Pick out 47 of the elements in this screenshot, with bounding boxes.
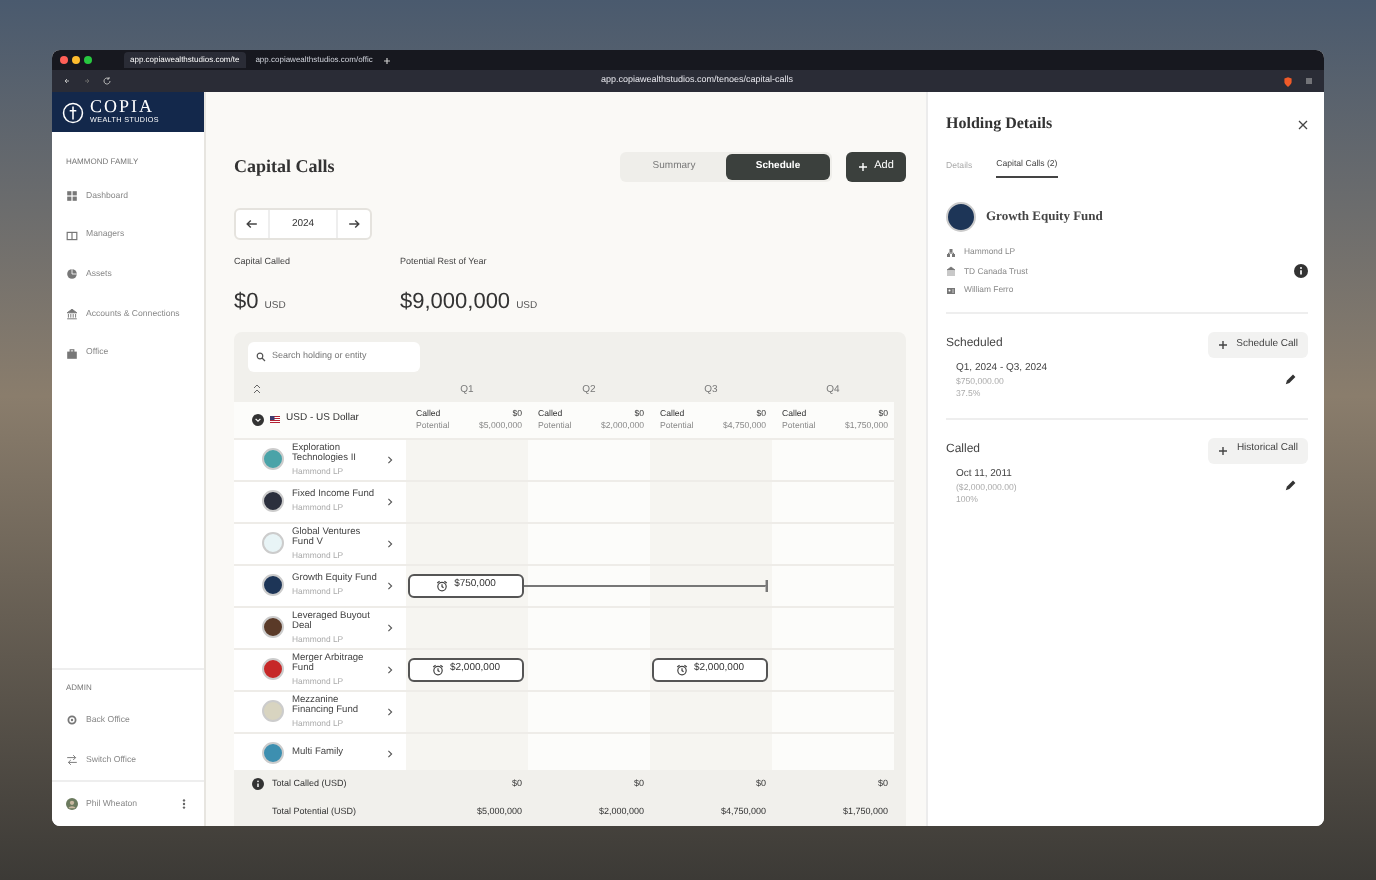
chevron-right-icon[interactable] [386,539,394,548]
stat-value: $0 [234,289,259,314]
stat-value: $9,000,000 [400,289,511,314]
alarm-clock-icon [436,579,449,592]
forward-icon[interactable] [82,76,92,86]
collapse-all-icon[interactable] [252,384,262,395]
alarm-clock-icon [675,663,688,676]
entity-icon [946,247,956,258]
crest-icon [62,101,84,123]
swap-icon [66,754,78,767]
chevron-right-icon[interactable] [386,623,394,632]
reload-icon[interactable] [102,76,112,86]
plus-icon [1218,339,1229,350]
logo-name: COPIA [90,98,155,117]
close-icon[interactable] [1298,119,1308,129]
back-icon[interactable] [62,76,72,86]
more-icon [178,798,190,810]
id-card-icon [946,285,956,296]
flag-icon [270,416,280,423]
bank-icon [946,266,956,277]
briefcase-icon [66,347,78,360]
collapse-icon[interactable] [252,413,264,426]
edit-icon[interactable] [1284,479,1296,492]
panel-title: Holding Details [946,112,1053,136]
avatar-icon [66,798,78,810]
plus-icon [858,162,869,172]
bank-icon [66,307,78,320]
chevron-right-icon[interactable] [386,707,394,716]
chevron-right-icon[interactable] [386,665,394,674]
chevron-right-icon[interactable] [386,455,394,464]
info-icon[interactable] [252,778,264,790]
book-icon [66,229,78,242]
chevron-right-icon[interactable] [386,749,394,758]
alarm-clock-icon [431,663,444,676]
chevron-right-icon[interactable] [386,581,394,590]
pie-chart-icon [66,268,78,281]
arrow-left-icon [246,218,258,230]
grid-icon [66,189,78,202]
arrow-right-icon [348,218,360,230]
search-icon [256,351,266,362]
chevron-right-icon[interactable] [386,497,394,506]
shield-icon[interactable] [1282,75,1294,87]
plus-icon [1218,445,1229,456]
page-title: Capital Calls [234,153,337,180]
edit-icon[interactable] [1284,374,1296,387]
info-icon[interactable] [1294,264,1308,279]
plus-icon[interactable] [382,55,393,65]
